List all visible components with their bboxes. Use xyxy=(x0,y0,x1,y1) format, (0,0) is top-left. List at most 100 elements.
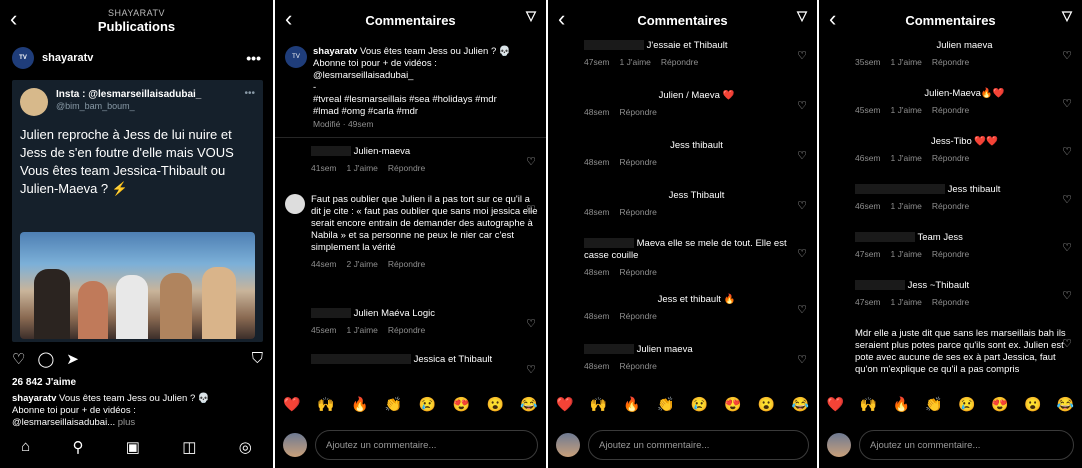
comment-input[interactable]: Ajoutez un commentaire... xyxy=(315,430,538,460)
reply-button[interactable]: Répondre xyxy=(620,267,657,277)
caption-avatar[interactable]: TV xyxy=(285,46,307,68)
caption-more-link[interactable]: plus xyxy=(118,417,135,428)
tweet-image[interactable]: Insta : @lesmarseillaisadubai_ @bim_bam_… xyxy=(12,80,263,342)
back-arrow-icon[interactable]: ‹ xyxy=(558,6,565,32)
comment-likes[interactable]: 2 J'aime xyxy=(347,259,378,269)
more-options-icon[interactable]: ••• xyxy=(246,50,261,66)
reply-button[interactable]: Répondre xyxy=(620,207,657,217)
emoji-cry[interactable]: 😢 xyxy=(419,396,436,413)
commenter-avatar[interactable] xyxy=(285,194,305,214)
comment-like-icon[interactable]: ♡ xyxy=(526,204,536,216)
reply-button[interactable]: Répondre xyxy=(620,361,657,371)
send-icon[interactable]: ▽ xyxy=(1062,8,1072,24)
emoji-cry[interactable]: 😢 xyxy=(958,396,975,413)
reply-button[interactable]: Répondre xyxy=(932,153,969,163)
emoji-fire[interactable]: 🔥 xyxy=(351,396,368,413)
home-icon[interactable]: ⌂ xyxy=(21,438,30,456)
comment-icon[interactable]: ◯ xyxy=(37,350,54,368)
reply-button[interactable]: Répondre xyxy=(620,107,657,117)
reply-button[interactable]: Répondre xyxy=(388,325,425,335)
comment-like-icon[interactable]: ♡ xyxy=(797,304,807,316)
emoji-laugh[interactable]: 😂 xyxy=(1057,396,1074,413)
comment-like-icon[interactable]: ♡ xyxy=(797,100,807,112)
comment-like-icon[interactable]: ♡ xyxy=(1062,338,1072,350)
caption-hashtags[interactable]: #lmad #omg #carla #mdr xyxy=(313,106,418,117)
comment-like-icon[interactable]: ♡ xyxy=(1062,50,1072,62)
comment-like-icon[interactable]: ♡ xyxy=(1062,98,1072,110)
reply-button[interactable]: Répondre xyxy=(932,297,969,307)
emoji-heart-eyes[interactable]: 😍 xyxy=(724,396,741,413)
commenter-avatar[interactable] xyxy=(285,354,305,374)
reply-button[interactable]: Répondre xyxy=(620,157,657,167)
emoji-raised-hands[interactable]: 🙌 xyxy=(590,396,607,413)
comment-like-icon[interactable]: ♡ xyxy=(526,364,536,376)
send-icon[interactable]: ▽ xyxy=(526,8,536,24)
emoji-heart[interactable]: ❤️ xyxy=(827,396,844,413)
comment-likes[interactable]: 1 J'aime xyxy=(347,325,378,335)
reply-button[interactable]: Répondre xyxy=(388,163,425,173)
comment-like-icon[interactable]: ♡ xyxy=(797,150,807,162)
like-icon[interactable]: ♡ xyxy=(12,350,25,368)
emoji-clap[interactable]: 👏 xyxy=(657,396,674,413)
comment-like-icon[interactable]: ♡ xyxy=(1062,146,1072,158)
emoji-heart[interactable]: ❤️ xyxy=(283,396,300,413)
comment-like-icon[interactable]: ♡ xyxy=(1062,290,1072,302)
emoji-clap[interactable]: 👏 xyxy=(925,396,942,413)
emoji-raised-hands[interactable]: 🙌 xyxy=(860,396,877,413)
reply-button[interactable]: Répondre xyxy=(620,311,657,321)
profile-icon[interactable]: ◎ xyxy=(239,438,252,456)
emoji-raised-hands[interactable]: 🙌 xyxy=(317,396,334,413)
comment-text: Jess thibault xyxy=(947,184,1001,195)
emoji-fire[interactable]: 🔥 xyxy=(892,396,909,413)
emoji-surprised[interactable]: 😮 xyxy=(758,396,775,413)
comment-like-icon[interactable]: ♡ xyxy=(526,318,536,330)
emoji-cry[interactable]: 😢 xyxy=(691,396,708,413)
caption-user[interactable]: shayaratv xyxy=(313,46,357,57)
comment-text: Faut pas oublier que Julien il a pas tor… xyxy=(311,194,538,253)
comment-likes[interactable]: 1 J'aime xyxy=(347,163,378,173)
comment-like-icon[interactable]: ♡ xyxy=(797,200,807,212)
account-name[interactable]: shayaratv xyxy=(42,52,93,64)
back-arrow-icon[interactable]: ‹ xyxy=(285,6,292,32)
shop-icon[interactable]: ◫ xyxy=(182,438,196,456)
send-icon[interactable]: ▽ xyxy=(797,8,807,24)
emoji-heart[interactable]: ❤️ xyxy=(556,396,573,413)
bookmark-icon[interactable]: ⛉ xyxy=(252,350,263,368)
emoji-fire[interactable]: 🔥 xyxy=(623,396,640,413)
comment-like-icon[interactable]: ♡ xyxy=(797,248,807,260)
emoji-clap[interactable]: 👏 xyxy=(385,396,402,413)
share-icon[interactable]: ➤ xyxy=(66,350,79,368)
emoji-surprised[interactable]: 😮 xyxy=(486,396,503,413)
commenter-avatar[interactable] xyxy=(285,146,305,166)
reply-button[interactable]: Répondre xyxy=(932,105,969,115)
comment-like-icon[interactable]: ♡ xyxy=(526,156,536,168)
likes-count[interactable]: 26 842 J'aime xyxy=(12,377,76,388)
reply-button[interactable]: Répondre xyxy=(932,201,969,211)
caption-hashtags[interactable]: #tvreal #lesmarseillais #sea #holidays #… xyxy=(313,94,497,105)
comment-like-icon[interactable]: ♡ xyxy=(1062,242,1072,254)
comment-input[interactable]: Ajoutez un commentaire... xyxy=(588,430,809,460)
back-arrow-icon[interactable]: ‹ xyxy=(829,6,836,32)
emoji-heart-eyes[interactable]: 😍 xyxy=(991,396,1008,413)
comment-like-icon[interactable]: ♡ xyxy=(797,50,807,62)
comment-like-icon[interactable]: ♡ xyxy=(1062,194,1072,206)
reels-icon[interactable]: ▣ xyxy=(126,438,140,456)
caption-user[interactable]: shayaratv xyxy=(12,393,56,404)
caption-text: Vous êtes team Jess ou Julien ? 💀 xyxy=(357,46,511,57)
emoji-surprised[interactable]: 😮 xyxy=(1024,396,1041,413)
search-icon[interactable]: ⚲ xyxy=(72,438,83,456)
reply-button[interactable]: Répondre xyxy=(932,57,969,67)
commenter-avatar[interactable] xyxy=(285,308,305,328)
emoji-laugh[interactable]: 😂 xyxy=(520,396,537,413)
account-avatar[interactable]: TV xyxy=(12,47,34,69)
reply-button[interactable]: Répondre xyxy=(661,57,698,67)
emoji-laugh[interactable]: 😂 xyxy=(791,396,808,413)
comment-input[interactable]: Ajoutez un commentaire... xyxy=(859,430,1074,460)
reply-button[interactable]: Répondre xyxy=(932,249,969,259)
caption-mention[interactable]: @lesmarseillaisadubai_ xyxy=(313,70,413,81)
post-account-row[interactable]: TV shayaratv ••• xyxy=(0,40,273,76)
back-arrow-icon[interactable]: ‹ xyxy=(10,6,17,32)
emoji-heart-eyes[interactable]: 😍 xyxy=(453,396,470,413)
reply-button[interactable]: Répondre xyxy=(388,259,425,269)
comment-like-icon[interactable]: ♡ xyxy=(797,354,807,366)
